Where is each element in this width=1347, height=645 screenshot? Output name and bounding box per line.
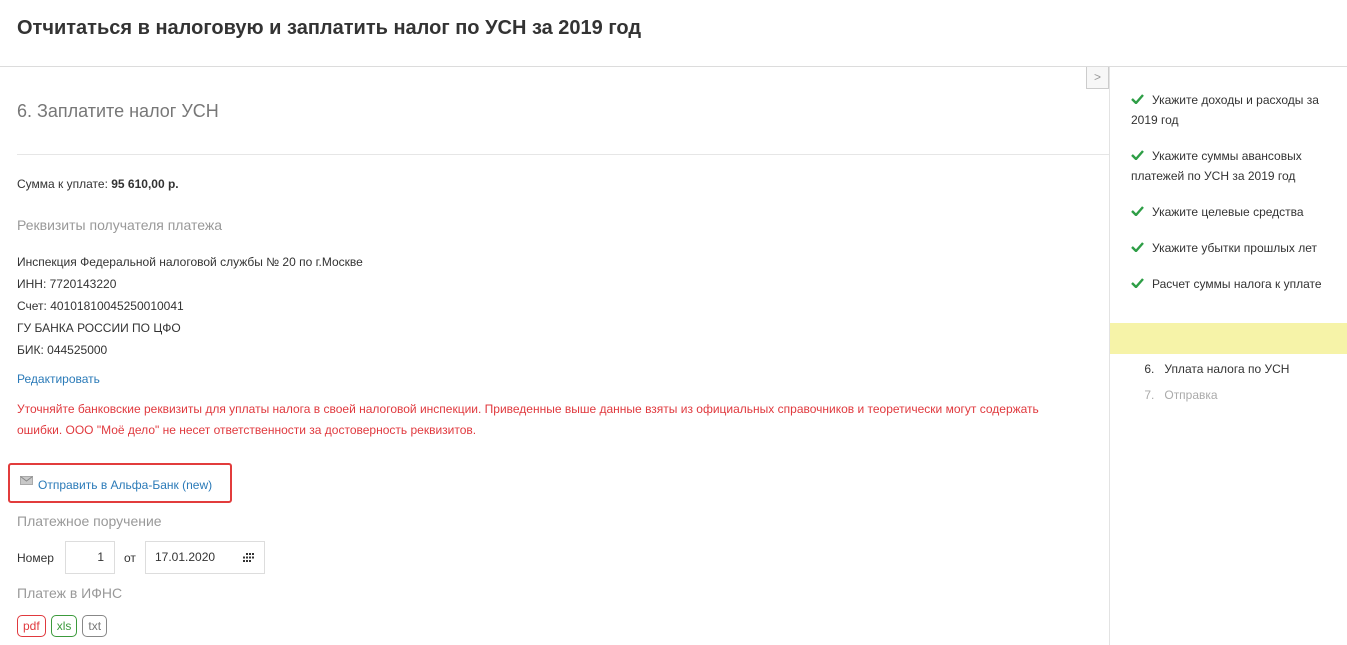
number-input[interactable]: 1 [65, 541, 115, 574]
steps-sidebar: Укажите доходы и расходы за 2019 год Ука… [1109, 67, 1347, 645]
file-download-group: pdf xls txt [17, 615, 108, 637]
date-input[interactable]: 17.01.2020 [145, 541, 265, 574]
sidebar-step-label: Расчет суммы налога к уплате [1152, 277, 1322, 291]
sidebar-step-sending[interactable]: 7. Отправка [1110, 365, 1347, 425]
recipient-inspection: Инспекция Федеральной налоговой службы №… [17, 255, 363, 269]
sidebar-step-label: Укажите доходы и расходы за 2019 год [1131, 93, 1319, 127]
sum-value: 95 610,00 р. [111, 177, 179, 191]
check-icon [1131, 278, 1144, 288]
step-title: 6. Заплатите налог УСН [17, 101, 219, 121]
check-icon [1131, 206, 1144, 216]
sidebar-step-target-funds[interactable]: Укажите целевые средства [1110, 202, 1347, 222]
txt-download-button[interactable]: txt [82, 615, 108, 637]
sidebar-step-income[interactable]: Укажите доходы и расходы за 2019 год [1110, 90, 1347, 130]
sum-label: Сумма к уплате: [17, 177, 112, 191]
recipient-bank: ГУ БАНКА РОССИИ ПО ЦФО [17, 321, 181, 335]
sidebar-step-label: Укажите суммы авансовых платежей по УСН … [1131, 149, 1302, 183]
payment-order-title: Платежное поручение [17, 513, 162, 529]
sidebar-step-tax-calculation[interactable]: Расчет суммы налога к уплате [1110, 274, 1347, 294]
sum-to-pay: Сумма к уплате: 95 610,00 р. [17, 177, 179, 191]
divider [17, 154, 1109, 155]
envelope-icon [20, 476, 33, 485]
check-icon [1131, 94, 1144, 104]
main-content: 6. Заплатите налог УСН Сумма к уплате: 9… [0, 67, 1109, 645]
sidebar-step-advance-payments[interactable]: Укажите суммы авансовых платежей по УСН … [1110, 146, 1347, 186]
page-title: Отчитаться в налоговую и заплатить налог… [17, 17, 642, 39]
number-label: Номер [17, 551, 54, 565]
warning-text: Уточняйте банковские реквизиты для уплат… [17, 402, 1039, 437]
recipient-account: Счет: 40101810045250010041 [17, 299, 184, 313]
page-header: Отчитаться в налоговую и заплатить налог… [0, 0, 1347, 67]
sidebar-step-tax-payment[interactable]: 6. Уплата налога по УСН [1110, 323, 1347, 376]
collapse-sidebar-button[interactable]: > [1086, 67, 1109, 89]
sidebar-step-losses[interactable]: Укажите убытки прошлых лет [1110, 238, 1347, 258]
calendar-icon[interactable] [243, 553, 254, 562]
recipient-inn: ИНН: 7720143220 [17, 277, 117, 291]
check-icon [1131, 150, 1144, 160]
recipient-title: Реквизиты получателя платежа [17, 217, 222, 233]
recipient-details: Инспекция Федеральной налоговой службы №… [17, 251, 363, 361]
alfa-bank-highlight: Отправить в Альфа-Банк (new) [8, 463, 232, 503]
sidebar-step-label: Укажите убытки прошлых лет [1152, 241, 1317, 255]
sidebar-step-label: 7. Отправка [1144, 388, 1218, 402]
check-icon [1131, 242, 1144, 252]
date-label: от [124, 551, 136, 565]
xls-download-button[interactable]: xls [50, 615, 78, 637]
edit-link[interactable]: Редактировать [17, 372, 100, 386]
ifns-payment-title: Платеж в ИФНС [17, 585, 123, 601]
date-value: 17.01.2020 [155, 550, 216, 564]
send-to-alfa-bank-link[interactable]: Отправить в Альфа-Банк (new) [38, 478, 212, 492]
sidebar-step-label: Укажите целевые средства [1152, 205, 1304, 219]
recipient-bik: БИК: 044525000 [17, 343, 108, 357]
pdf-download-button[interactable]: pdf [17, 615, 46, 637]
